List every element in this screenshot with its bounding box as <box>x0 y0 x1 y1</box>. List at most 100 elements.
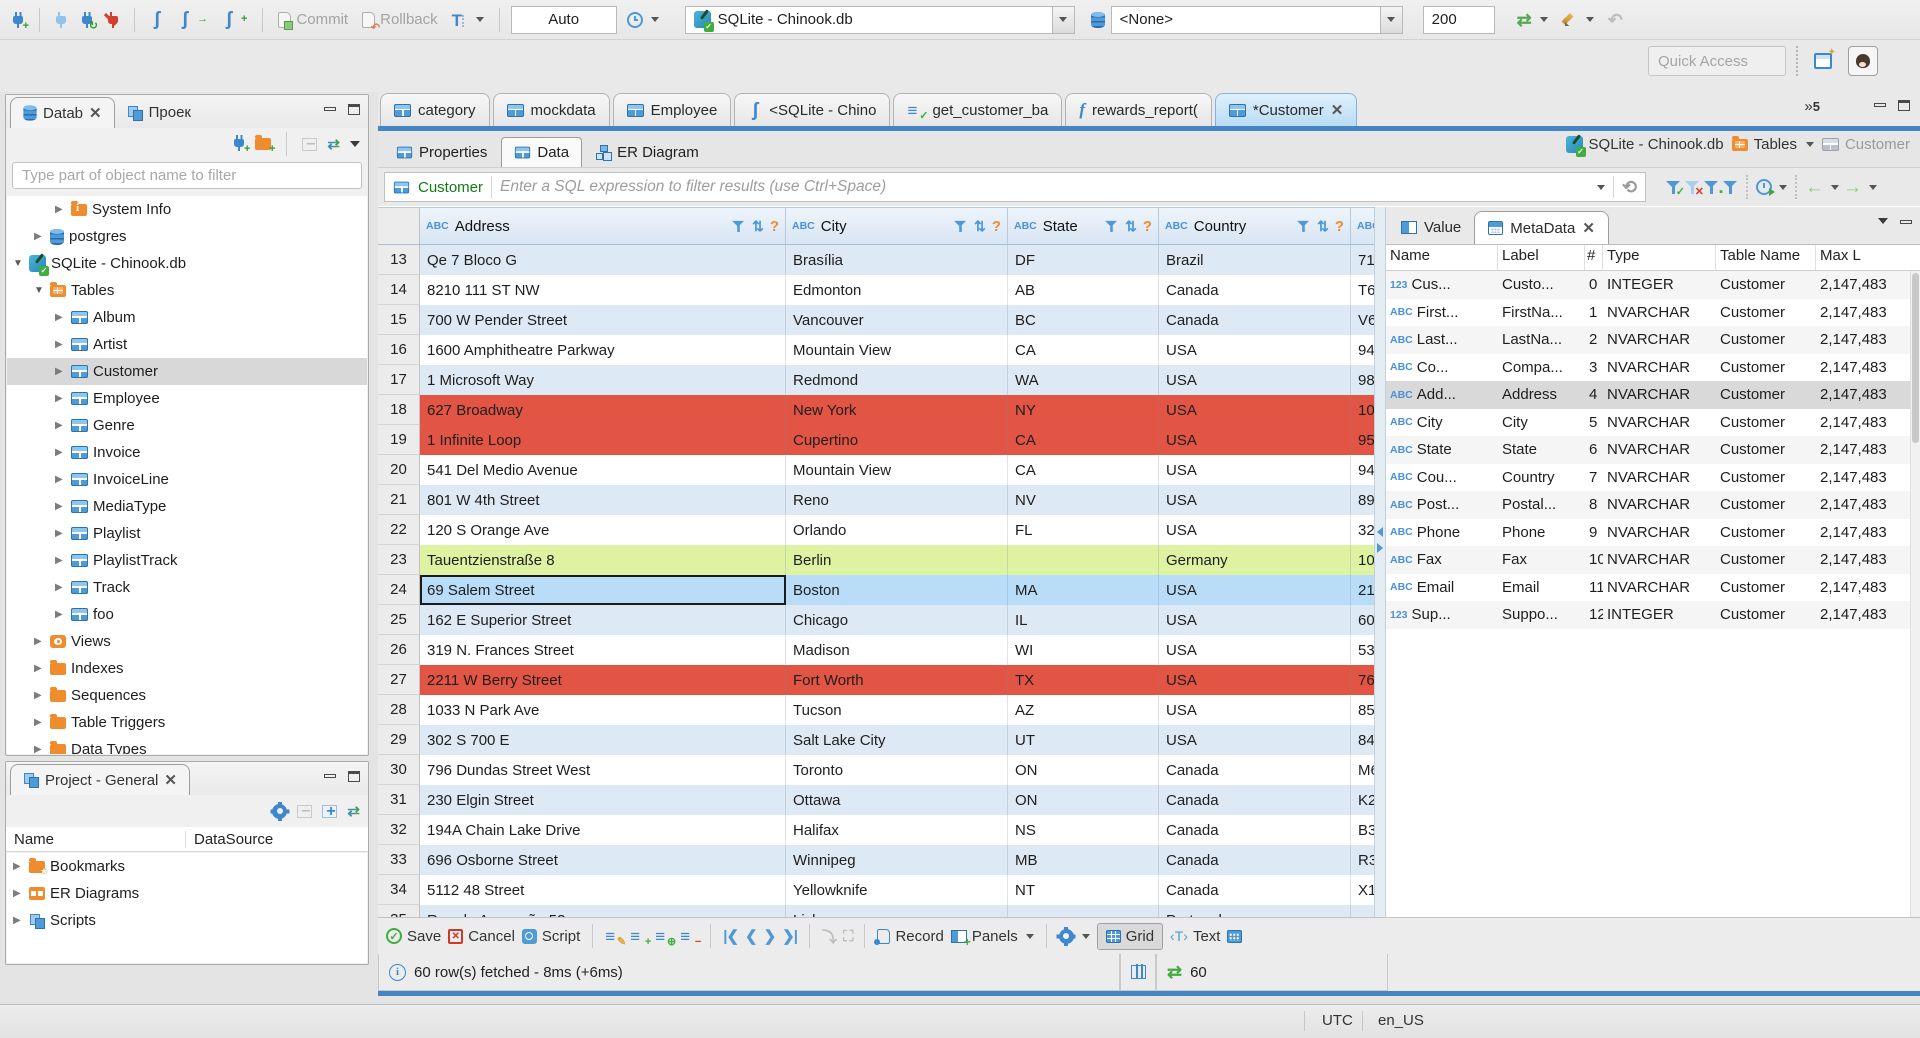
expander-icon[interactable] <box>55 609 66 620</box>
text-mode-button[interactable]: ‹T› Text <box>1170 928 1220 945</box>
breadcrumb-connection[interactable]: SQLite - Chinook.db <box>1565 136 1724 157</box>
state-cell[interactable]: MB <box>1008 845 1159 875</box>
editor-tab[interactable]: Employee ✕ <box>612 93 732 126</box>
tree-item[interactable]: Views <box>7 628 367 655</box>
close-icon[interactable]: ✕ <box>164 773 177 788</box>
tree-item[interactable]: Album <box>7 304 367 331</box>
table-row[interactable]: 16 1600 Amphitheatre Parkway Mountain Vi… <box>378 335 1374 365</box>
row-number-cell[interactable]: 33 <box>378 845 420 875</box>
column-name[interactable]: Name <box>6 830 186 848</box>
editor-tab[interactable]: ≡✓ get_customer_ba ✕ <box>893 93 1063 126</box>
country-cell[interactable]: USA <box>1159 365 1351 395</box>
maximize-icon[interactable] <box>1898 100 1910 111</box>
country-cell[interactable]: USA <box>1159 575 1351 605</box>
refresh-filter-icon[interactable]: ⟲ <box>1622 178 1637 196</box>
table-row[interactable]: 20 541 Del Medio Avenue Mountain View CA… <box>378 455 1374 485</box>
row-number-cell[interactable]: 15 <box>378 305 420 335</box>
city-cell[interactable]: Ottawa <box>786 785 1008 815</box>
expander-icon[interactable] <box>55 339 66 350</box>
country-cell[interactable]: USA <box>1159 425 1351 455</box>
metadata-row[interactable]: ABC Cou... Country 7 NVARCHAR Customer 2,… <box>1386 464 1910 492</box>
view-menu-icon[interactable] <box>350 141 360 147</box>
country-cell[interactable]: USA <box>1159 725 1351 755</box>
city-cell[interactable]: Winnipeg <box>786 845 1008 875</box>
tab-projects[interactable]: Проек <box>115 97 203 128</box>
tree-item[interactable]: Customer <box>7 358 367 385</box>
state-cell[interactable]: BC <box>1008 305 1159 335</box>
sort-icon[interactable]: ⇅ <box>1317 218 1329 235</box>
splitter-right-arrow-icon[interactable] <box>1377 543 1383 553</box>
project-item[interactable]: Scripts <box>7 907 367 934</box>
postal-cell[interactable]: B3 <box>1351 815 1374 845</box>
script-button[interactable]: Script <box>521 928 580 945</box>
tree-item[interactable]: Playlist <box>7 520 367 547</box>
metadata-row[interactable]: 123 Sup... Suppo... 12 INTEGER Customer 2… <box>1386 601 1910 629</box>
state-cell[interactable] <box>1008 545 1159 575</box>
breadcrumb-tables[interactable]: Tables <box>1731 135 1814 153</box>
tree-item[interactable]: SQLite - Chinook.db <box>7 250 367 277</box>
postal-cell[interactable]: 10 <box>1351 545 1374 575</box>
state-cell[interactable]: TX <box>1008 665 1159 695</box>
country-cell[interactable]: USA <box>1159 335 1351 365</box>
state-cell[interactable]: DF <box>1008 245 1159 275</box>
postal-cell[interactable]: 89 <box>1351 485 1374 515</box>
column-header-state[interactable]: ABC State ⇅ ? <box>1008 208 1159 244</box>
next-result-icon[interactable]: → <box>1843 178 1862 197</box>
project-item[interactable]: ER Diagrams <box>7 880 367 907</box>
fetch-next-page-button[interactable]: ⤵ <box>822 926 837 947</box>
row-number-cell[interactable]: 34 <box>378 875 420 905</box>
state-cell[interactable]: NT <box>1008 875 1159 905</box>
state-cell[interactable]: WI <box>1008 635 1159 665</box>
locale-indicator[interactable]: en_US <box>1378 1012 1424 1029</box>
address-cell[interactable]: 319 N. Frances Street <box>420 635 786 665</box>
link-with-editor-icon[interactable]: ⇄ <box>347 802 360 820</box>
postal-cell[interactable]: T6 <box>1351 275 1374 305</box>
postal-cell[interactable]: 98 <box>1351 365 1374 395</box>
address-cell[interactable]: 120 S Orange Ave <box>420 515 786 545</box>
custom-filter-icon[interactable] <box>1723 180 1738 194</box>
row-number-cell[interactable]: 23 <box>378 545 420 575</box>
state-cell[interactable]: AZ <box>1008 695 1159 725</box>
state-cell[interactable]: NV <box>1008 485 1159 515</box>
address-cell[interactable]: 801 W 4th Street <box>420 485 786 515</box>
first-row-button[interactable]: |❮ <box>723 927 739 945</box>
country-cell[interactable]: Canada <box>1159 305 1351 335</box>
expander-icon[interactable] <box>34 636 45 647</box>
postal-cell[interactable]: 60 <box>1351 605 1374 635</box>
tab-project-general[interactable]: Project - General ✕ <box>10 764 190 795</box>
collapse-all-icon[interactable] <box>297 802 313 820</box>
minimize-icon[interactable] <box>1874 103 1886 107</box>
row-number-cell[interactable]: 24 <box>378 575 420 605</box>
postal-cell[interactable]: 94 <box>1351 455 1374 485</box>
next-row-button[interactable]: ❯ <box>764 927 777 945</box>
row-number-cell[interactable]: 16 <box>378 335 420 365</box>
link-with-editor-icon[interactable]: ⇄ <box>327 135 340 153</box>
table-row[interactable]: 17 1 Microsoft Way Redmond WA USA 98 <box>378 365 1374 395</box>
tree-item[interactable]: System Info <box>7 196 367 223</box>
expander-icon[interactable] <box>55 555 66 566</box>
metadata-row[interactable]: ABC First... FirstNa... 1 NVARCHAR Custom… <box>1386 299 1910 327</box>
view-settings-button[interactable] <box>1058 926 1090 944</box>
column-header-address[interactable]: ABC Address ⇅ ? <box>420 208 786 244</box>
connect-button[interactable] <box>51 5 71 35</box>
city-cell[interactable]: Yellowknife <box>786 875 1008 905</box>
row-number-cell[interactable]: 27 <box>378 665 420 695</box>
address-cell[interactable]: Tauentzienstraße 8 <box>420 545 786 575</box>
city-cell[interactable]: Mountain View <box>786 455 1008 485</box>
table-row[interactable]: 23 Tauentzienstraße 8 Berlin Germany 10 <box>378 545 1374 575</box>
city-cell[interactable]: Chicago <box>786 605 1008 635</box>
tab-er-diagram[interactable]: ER Diagram <box>584 137 711 167</box>
minimize-icon[interactable] <box>1900 220 1912 224</box>
disconnect-button[interactable] <box>103 5 123 35</box>
country-cell[interactable]: Germany <box>1159 545 1351 575</box>
auto-refresh-icon[interactable] <box>1756 179 1775 196</box>
address-cell[interactable]: 194A Chain Lake Drive <box>420 815 786 845</box>
city-cell[interactable]: Orlando <box>786 515 1008 545</box>
expander-icon[interactable] <box>55 528 66 539</box>
metadata-row[interactable]: ABC Email Email 11 NVARCHAR Customer 2,14… <box>1386 574 1910 602</box>
country-cell[interactable]: USA <box>1159 695 1351 725</box>
new-sql-editor-button[interactable]: ʃ + <box>218 5 251 35</box>
column-info-icon[interactable]: ? <box>770 218 779 235</box>
address-cell[interactable]: 700 W Pender Street <box>420 305 786 335</box>
row-number-cell[interactable]: 21 <box>378 485 420 515</box>
